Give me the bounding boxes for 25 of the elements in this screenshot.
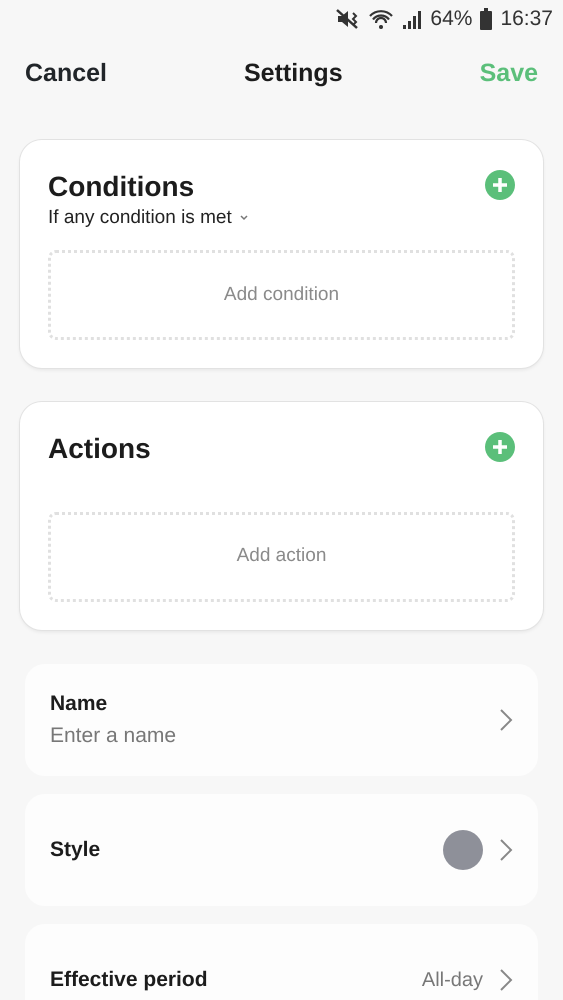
status-time: 16:37 xyxy=(500,6,553,32)
signal-icon xyxy=(402,8,422,30)
settings-row[interactable]: Style xyxy=(25,794,538,906)
cancel-button[interactable]: Cancel xyxy=(25,55,107,93)
battery-percent: 64% xyxy=(430,6,472,32)
row-label: Name xyxy=(50,691,108,718)
add-icon[interactable] xyxy=(485,432,515,462)
mute-icon xyxy=(336,8,360,30)
section-title: Actions xyxy=(48,432,151,466)
settings-row[interactable]: Name Enter a name xyxy=(25,664,538,776)
row-label: Effective period xyxy=(50,966,208,993)
wifi-icon xyxy=(368,8,394,30)
caret-icon xyxy=(240,214,248,221)
row-label: Style xyxy=(50,836,100,863)
chevron-right-icon xyxy=(499,968,513,992)
screen-title: Settings xyxy=(244,58,343,90)
name-placeholder: Enter a name xyxy=(50,722,176,749)
chevron-right-icon xyxy=(499,838,513,862)
add-icon[interactable] xyxy=(485,170,515,200)
settings-row[interactable]: Effective period All-day xyxy=(25,924,538,1000)
condition-dropdown[interactable]: If any condition is met xyxy=(48,204,248,232)
row-value: All-day xyxy=(422,968,483,993)
section-title: Conditions xyxy=(48,170,196,204)
chevron-right-icon xyxy=(499,708,513,732)
battery-icon xyxy=(480,8,492,30)
